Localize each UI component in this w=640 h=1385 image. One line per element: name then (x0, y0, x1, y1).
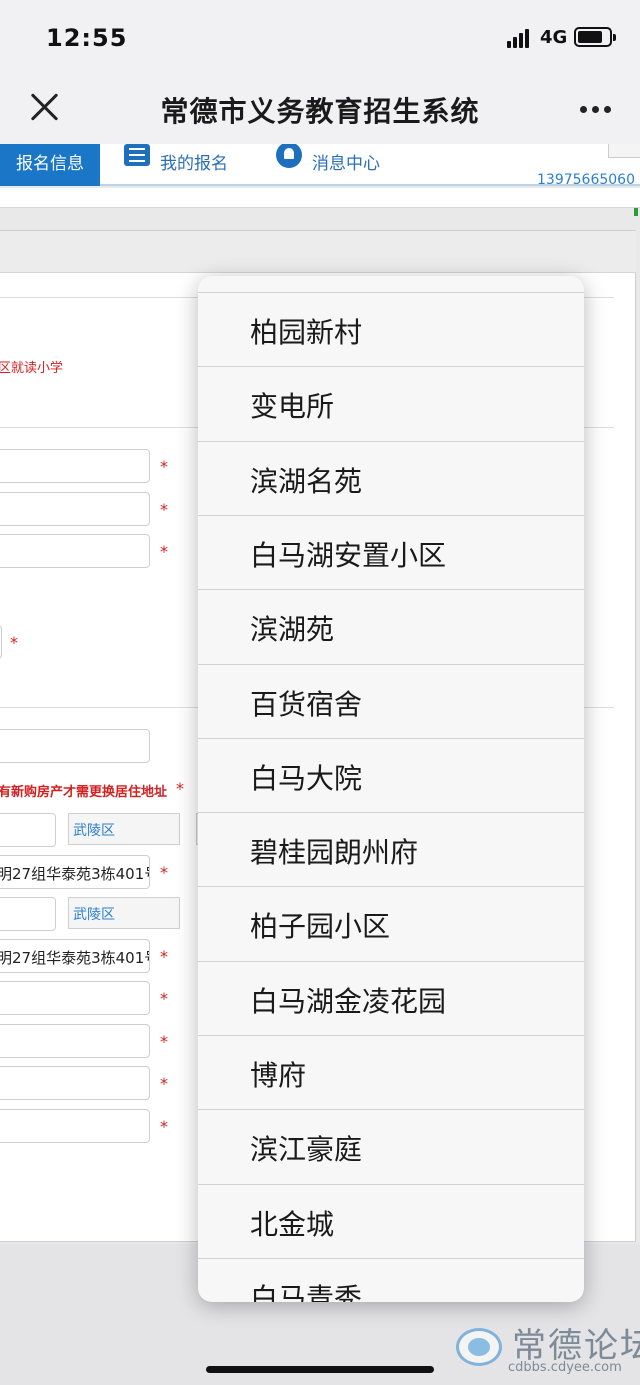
required-mark: * (160, 457, 168, 476)
required-mark: * (160, 863, 168, 882)
scroll-mark (634, 208, 638, 216)
dropdown-option[interactable]: 北金城 (198, 1183, 584, 1258)
panel-header (0, 231, 636, 273)
dropdown-option[interactable]: 白马大院 (198, 737, 584, 812)
dropdown-option[interactable]: 滨湖苑 (198, 589, 584, 663)
home-indicator[interactable] (206, 1366, 434, 1373)
address-field[interactable]: 明27组华泰苑3栋401号 (0, 855, 150, 889)
dropdown-option-label: 变电所 (250, 390, 335, 424)
status-bar: 12:55 4G (0, 0, 640, 72)
header-strip (0, 188, 640, 208)
watermark-url: cdbbs.cdyee.com (508, 1360, 622, 1375)
text-field[interactable] (0, 897, 56, 931)
dropdown-option-label: 柏子园小区 (250, 910, 391, 944)
community-select-dropdown[interactable]: 柏园新村变电所滨湖名苑白马湖安置小区 滨湖苑百货宿舍白马大院碧桂园朗州府 柏子园小区… (198, 276, 584, 1302)
text-field[interactable] (0, 534, 150, 568)
school-hint: 区就读小学 (0, 361, 64, 376)
district-value: 武陵区 (73, 907, 115, 923)
tab-registration-info[interactable]: 报名信息 (0, 144, 100, 186)
nav-bar: 常德市义务教育招生系统 (0, 72, 640, 144)
user-avatar[interactable] (608, 144, 640, 158)
forum-logo-icon (456, 1328, 502, 1366)
signal-icon (507, 28, 533, 48)
required-mark: * (160, 1117, 168, 1136)
dropdown-option-label: 滨湖苑 (250, 613, 335, 647)
address-hint: 有新购房产才需更换居住地址 (0, 785, 168, 800)
status-time: 12:55 (46, 24, 128, 52)
address-value: 明27组华泰苑3栋401号 (0, 949, 150, 967)
small-field[interactable] (0, 625, 2, 659)
text-field[interactable] (0, 1109, 150, 1143)
text-field[interactable] (0, 1024, 150, 1058)
list-icon (124, 144, 150, 166)
text-field[interactable] (0, 492, 150, 526)
text-field[interactable] (0, 449, 150, 483)
dropdown-option[interactable]: 白马湖金凌花园 (198, 960, 584, 1035)
text-field[interactable] (0, 981, 150, 1015)
dropdown-option[interactable]: 柏子园小区 (198, 886, 584, 960)
user-phone: 13975665060 (537, 172, 635, 188)
address-field[interactable]: 明27组华泰苑3栋401号 (0, 939, 150, 973)
tab-label: 消息中心 (312, 154, 380, 174)
dropdown-option-label: 碧桂园朗州府 (250, 836, 419, 870)
dropdown-option-label: 博府 (250, 1059, 307, 1092)
dropdown-option-label: 柏园新村 (250, 316, 363, 349)
dropdown-option[interactable]: 白马青秀 (198, 1257, 584, 1302)
district-select[interactable]: 武陵区 (68, 897, 180, 929)
required-mark: * (160, 1074, 168, 1093)
page-title: 常德市义务教育招生系统 (160, 95, 480, 128)
more-dots-icon[interactable] (578, 106, 614, 114)
required-mark: * (160, 947, 168, 966)
dropdown-option-label: 滨湖名苑 (250, 464, 363, 498)
required-mark: * (176, 779, 184, 798)
dropdown-option[interactable]: 白马湖安置小区 (198, 514, 584, 589)
tab-label: 我的报名 (160, 154, 228, 174)
battery-icon (574, 27, 616, 47)
dropdown-option-label: 滨江豪庭 (250, 1133, 363, 1167)
required-mark: * (160, 500, 168, 519)
required-mark: * (160, 542, 168, 561)
dropdown-option-label: 白马青秀 (250, 1281, 363, 1302)
dropdown-option[interactable]: 博府 (198, 1035, 584, 1109)
dropdown-option[interactable]: 滨江豪庭 (198, 1109, 584, 1183)
dropdown-option-label: 北金城 (250, 1207, 335, 1241)
dropdown-option-label: 百货宿舍 (250, 687, 363, 721)
required-mark: * (10, 633, 18, 652)
text-field[interactable] (0, 729, 150, 763)
network-type: 4G (540, 27, 568, 48)
text-field[interactable] (0, 813, 56, 847)
dropdown-option-label: 白马湖金凌花园 (250, 984, 447, 1018)
tab-bar: 报名信息 我的报名 消息中心 13975665060 (0, 144, 640, 188)
dropdown-option[interactable]: 百货宿舍 (198, 663, 584, 738)
dropdown-option[interactable]: 滨湖名苑 (198, 440, 584, 515)
district-select[interactable]: 武陵区 (68, 813, 180, 845)
dropdown-option-label: 白马湖安置小区 (250, 538, 447, 572)
address-value: 明27组华泰苑3栋401号 (0, 865, 150, 883)
bell-icon (276, 144, 302, 168)
required-mark: * (160, 989, 168, 1008)
text-field[interactable] (0, 1066, 150, 1100)
required-mark: * (160, 1032, 168, 1051)
dropdown-option[interactable]: 柏园新村 (198, 292, 584, 366)
district-value: 武陵区 (73, 823, 115, 839)
dropdown-option[interactable]: 变电所 (198, 366, 584, 440)
dropdown-option[interactable]: 碧桂园朗州府 (198, 812, 584, 886)
dropdown-option-label: 白马大院 (250, 761, 363, 795)
